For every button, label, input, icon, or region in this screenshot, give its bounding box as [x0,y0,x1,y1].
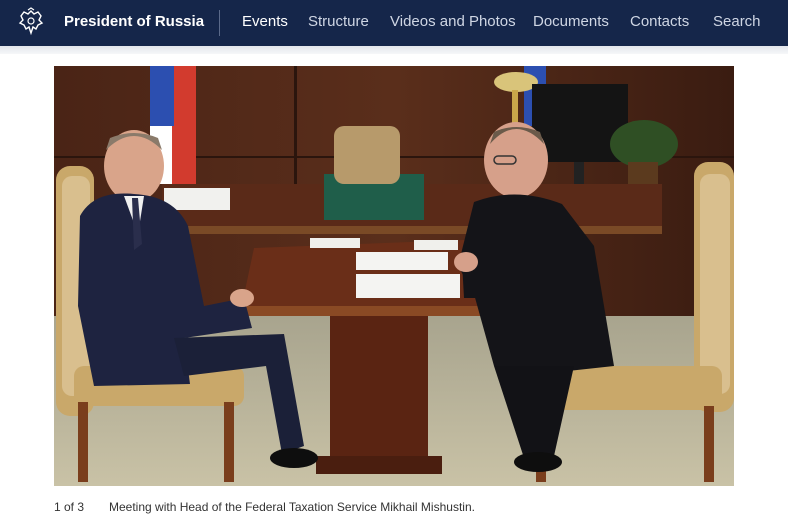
nav-search[interactable]: Search [713,13,761,30]
gallery-photo[interactable] [54,66,734,486]
nav-contacts[interactable]: Contacts [630,13,689,30]
photo-caption-row: 1 of 3 Meeting with Head of the Federal … [54,500,754,518]
nav-divider [219,10,220,36]
nav-videos-and-photos[interactable]: Videos and Photos [390,13,516,30]
photo-caption: Meeting with Head of the Federal Taxatio… [109,500,475,514]
site-header: President of Russia Events Structure Vid… [0,0,788,46]
eagle-emblem-icon[interactable] [16,7,46,37]
nav-structure[interactable]: Structure [308,13,369,30]
header-shadow [0,46,788,54]
nav-documents[interactable]: Documents [533,13,609,30]
site-title-link[interactable]: President of Russia [64,13,204,30]
photo-counter: 1 of 3 [54,500,85,514]
nav-events[interactable]: Events [242,13,288,30]
